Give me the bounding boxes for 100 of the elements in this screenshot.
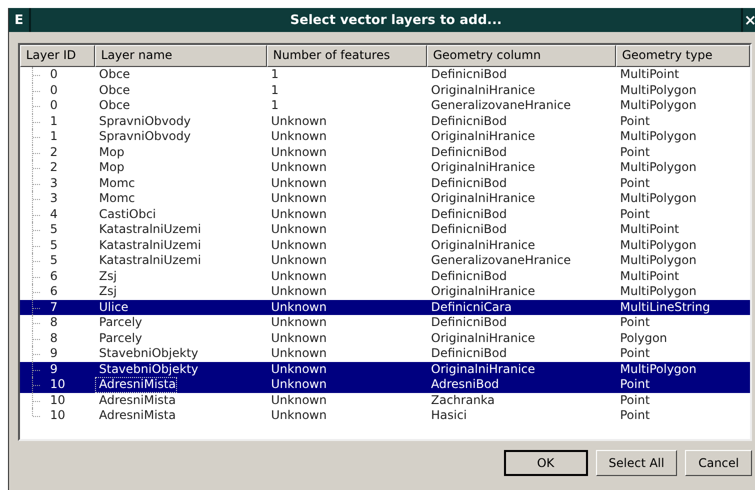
table-cell-text: DefinicniBod	[430, 176, 508, 191]
table-row[interactable]: 6 Zsj Unknown DefinicniBod MultiPoint	[20, 268, 750, 284]
table-row[interactable]: 10 AdresniMista Unknown Hasici Point	[20, 408, 750, 424]
table-cell-text: Point	[619, 315, 651, 330]
table-row[interactable]: 10 AdresniMista Unknown Zachranka Point	[20, 392, 750, 408]
table-cell-text: KatastralniUzemi	[98, 222, 202, 238]
tree-connector	[32, 253, 42, 268]
table-cell-text: Zsj	[98, 268, 118, 284]
tree-connector	[32, 206, 42, 222]
table-cell-text: GeneralizovaneHranice	[430, 253, 572, 268]
column-header[interactable]: Geometry column	[427, 45, 616, 67]
tree-connector	[32, 82, 42, 98]
table-row[interactable]: 7 Ulice Unknown DefinicniCara MultiLineString	[20, 300, 750, 315]
table-cell-text: AdresniMista	[98, 392, 177, 408]
table-row[interactable]: 5 KatastralniUzemi Unknown OriginalniHranice MultiPolygon	[20, 238, 750, 253]
tree-connector	[32, 98, 42, 114]
table-cell-text: OriginalniHranice	[430, 191, 536, 206]
table-row[interactable]: 10 AdresniMista Unknown AdresniBod Point	[20, 377, 750, 392]
column-header[interactable]: Layer name	[95, 45, 267, 67]
table-cell-text: 0	[49, 82, 59, 98]
table-cell-text: 0	[49, 98, 59, 114]
table-row[interactable]: 0 Obce 1 DefinicniBod MultiPoint	[20, 67, 750, 82]
table-cell-text: Polygon	[619, 330, 668, 346]
table-row[interactable]: 0 Obce 1 GeneralizovaneHranice MultiPolygon	[20, 98, 750, 114]
dialog-button[interactable]: Cancel	[685, 450, 752, 476]
column-header[interactable]: Layer ID	[20, 45, 95, 67]
window-title: Select vector layers to add...	[289, 12, 503, 28]
dialog-button[interactable]: OK	[504, 450, 588, 476]
table-cell-text: 1	[270, 98, 280, 114]
table-row[interactable]: 9 StavebniObjekty Unknown OriginalniHranice MultiPolygon	[20, 362, 750, 377]
tree-connector	[32, 114, 42, 129]
table-cell-text: Unknown	[270, 176, 328, 191]
table-cell-text: Obce	[98, 67, 132, 82]
tree-connector	[32, 315, 42, 330]
table-cell-text: Unknown	[270, 238, 328, 253]
table-row[interactable]: 8 Parcely Unknown OriginalniHranice Polygon	[20, 330, 750, 346]
table-cell-text: Unknown	[270, 160, 328, 176]
table-cell-text: MultiPolygon	[619, 160, 698, 176]
column-header[interactable]: Geometry type	[616, 45, 750, 67]
table-cell-text: Point	[619, 346, 651, 362]
table-cell-text: MultiPolygon	[619, 238, 698, 253]
table-row[interactable]: 2 Mop Unknown DefinicniBod Point	[20, 144, 750, 160]
table-cell-text: OriginalniHranice	[430, 284, 536, 300]
table-cell-text: AdresniMista	[98, 408, 177, 424]
close-button[interactable]: ×	[741, 8, 755, 32]
table-cell-text: Point	[619, 377, 651, 392]
table-cell-text: 7	[49, 300, 59, 315]
table-cell-text: DefinicniBod	[430, 268, 508, 284]
table-cell-text: MultiPolygon	[619, 191, 698, 206]
tree-connector	[32, 330, 42, 346]
tree-connector	[32, 176, 42, 191]
table-cell-text: Unknown	[270, 191, 328, 206]
table-cell-text: Unknown	[270, 392, 328, 408]
table-row[interactable]: 8 Parcely Unknown DefinicniBod Point	[20, 315, 750, 330]
table-row[interactable]: 1 SpravniObvody Unknown DefinicniBod Point	[20, 114, 750, 129]
table-cell-text: AdresniBod	[430, 377, 500, 392]
table-cell-text: SpravniObvody	[98, 129, 192, 144]
table-row[interactable]: 2 Mop Unknown OriginalniHranice MultiPolygon	[20, 160, 750, 176]
table-row[interactable]: 3 Momc Unknown OriginalniHranice MultiPolygon	[20, 191, 750, 206]
table-cell-text: MultiLineString	[619, 300, 712, 315]
table-cell-text: 10	[49, 408, 66, 424]
table-cell-text: 3	[49, 191, 59, 206]
table-cell-text: Unknown	[270, 284, 328, 300]
table-cell-text: MultiPolygon	[619, 284, 698, 300]
table-cell-text: 1	[270, 82, 280, 98]
table-cell-text: 10	[49, 377, 66, 392]
table-cell-text: Unknown	[270, 377, 328, 392]
tree-connector	[32, 129, 42, 144]
table-row[interactable]: 4 CastiObci Unknown DefinicniBod Point	[20, 206, 750, 222]
table-row[interactable]: 5 KatastralniUzemi Unknown DefinicniBod MultiPoint	[20, 222, 750, 238]
table-cell-text: MultiPolygon	[619, 98, 698, 114]
table-cell-text: Unknown	[270, 268, 328, 284]
table-cell-text: KatastralniUzemi	[98, 238, 202, 253]
tree-connector	[32, 160, 42, 176]
table-cell-text: Hasici	[430, 408, 468, 424]
table-cell-text: Unknown	[270, 300, 328, 315]
table-cell-text: DefinicniBod	[430, 67, 508, 82]
table-row[interactable]: 1 SpravniObvody Unknown OriginalniHranice MultiPolygon	[20, 129, 750, 144]
table-cell-text: MultiPoint	[619, 222, 680, 238]
table-row[interactable]: 5 KatastralniUzemi Unknown GeneralizovaneHranice MultiPolygon	[20, 253, 750, 268]
table-cell-text: CastiObci	[98, 206, 158, 222]
table-row[interactable]: 3 Momc Unknown DefinicniBod Point	[20, 176, 750, 191]
column-header[interactable]: Number of features	[267, 45, 427, 67]
table-cell-text: DefinicniCara	[430, 300, 513, 315]
table-cell-text: OriginalniHranice	[430, 330, 536, 346]
table-cell-text: Point	[619, 408, 651, 424]
table-cell-text: MultiPolygon	[619, 82, 698, 98]
table-cell-text: OriginalniHranice	[430, 82, 536, 98]
table-cell-text: DefinicniBod	[430, 222, 508, 238]
table-row[interactable]: 0 Obce 1 OriginalniHranice MultiPolygon	[20, 82, 750, 98]
table-cell-text: SpravniObvody	[98, 114, 192, 129]
table-cell-text: 10	[49, 392, 66, 408]
table-cell-text: Point	[619, 392, 651, 408]
table-cell-text: OriginalniHranice	[430, 238, 536, 253]
table-cell-text: Point	[619, 206, 651, 222]
dialog-button[interactable]: Select All	[596, 450, 678, 476]
table-cell-text: 5	[49, 222, 59, 238]
table-cell-text: OriginalniHranice	[430, 160, 536, 176]
table-cell-text: DefinicniBod	[430, 346, 508, 362]
tree-connector	[32, 300, 42, 315]
